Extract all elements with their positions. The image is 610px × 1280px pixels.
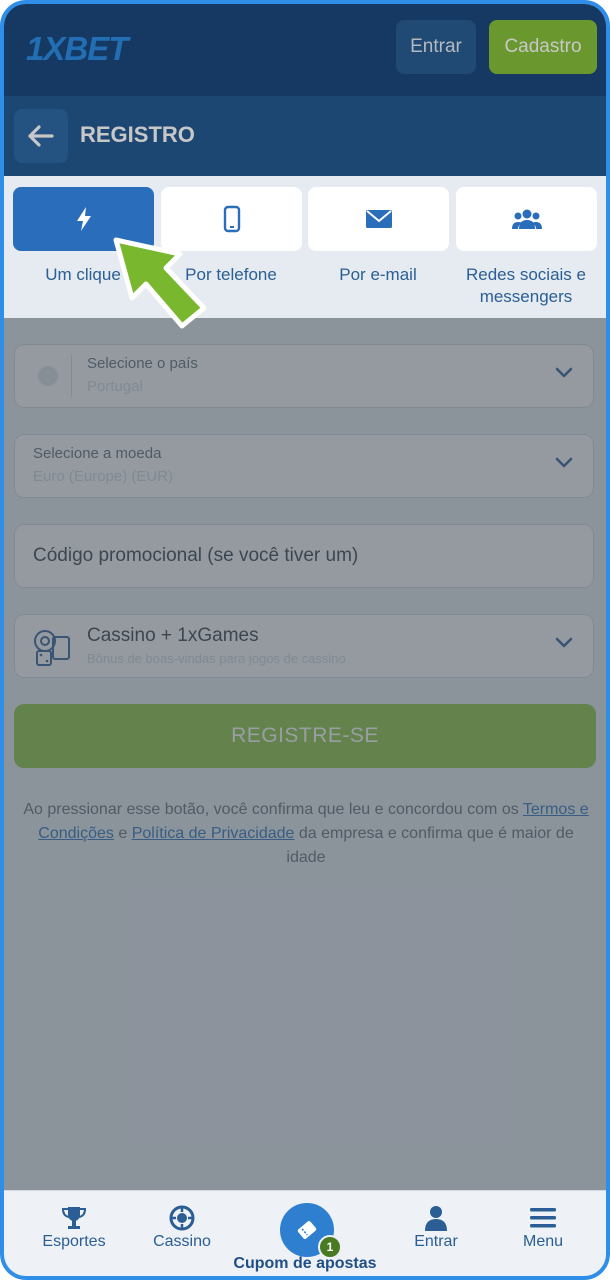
phone-frame: 1XBET Entrar Cadastro REGISTRO Um clique… xyxy=(0,0,610,1280)
nav-label-casino: Cassino xyxy=(153,1233,211,1250)
promo-code-placeholder: Código promocional (se você tiver um) xyxy=(33,545,359,566)
registration-method-tabs: Um clique Por telefone Por e-mail Redes … xyxy=(4,176,606,318)
country-select[interactable]: Selecione o país Portugal xyxy=(14,344,594,408)
legal-text-2: e xyxy=(113,825,132,842)
nav-label-login: Entrar xyxy=(414,1233,458,1250)
bottom-navigation: Esportes Cassino 1 Cupom de apostas Entr… xyxy=(4,1190,606,1276)
nav-item-login[interactable]: Entrar xyxy=(386,1203,486,1251)
nav-label-sports: Esportes xyxy=(42,1233,106,1250)
pointer-arrow-icon xyxy=(113,237,207,329)
phone-icon xyxy=(223,205,240,233)
flag-icon xyxy=(38,366,58,386)
legal-notice: Ao pressionar esse botão, você confirma … xyxy=(18,798,594,870)
country-flag xyxy=(25,355,72,397)
hamburger-icon xyxy=(530,1208,556,1228)
login-button[interactable]: Entrar xyxy=(396,20,476,74)
chevron-down-icon xyxy=(555,637,573,648)
country-label: Selecione o país xyxy=(87,355,198,372)
nav-label-bet-slip[interactable]: Cupom de apostas xyxy=(224,1255,386,1273)
casino-dice-icon xyxy=(34,630,70,666)
user-icon xyxy=(425,1206,447,1231)
app-header: 1XBET Entrar Cadastro xyxy=(4,4,606,96)
privacy-link[interactable]: Política de Privacidade xyxy=(132,825,295,842)
arrow-left-icon xyxy=(28,125,54,147)
ticket-icon xyxy=(297,1221,317,1239)
legal-text-1: Ao pressionar esse botão, você confirma … xyxy=(23,801,523,818)
signup-button[interactable]: Cadastro xyxy=(489,20,597,74)
back-button[interactable] xyxy=(14,109,68,163)
country-value: Portugal xyxy=(87,378,143,395)
tab-social-networks[interactable] xyxy=(456,187,597,251)
users-icon xyxy=(511,209,542,229)
legal-text-3: da empresa e confirma que é maior de ida… xyxy=(286,825,574,866)
page-title: REGISTRO xyxy=(80,122,195,147)
envelope-icon xyxy=(365,210,392,228)
page-subheader: REGISTRO xyxy=(4,96,606,176)
casino-chip-icon xyxy=(169,1205,195,1231)
chevron-down-icon xyxy=(555,457,573,468)
nav-item-casino[interactable]: Cassino xyxy=(132,1203,232,1251)
lightning-icon xyxy=(76,207,91,231)
registration-form: Selecione o país Portugal Selecione a mo… xyxy=(4,318,606,1190)
nav-item-menu[interactable]: Menu xyxy=(493,1203,593,1251)
bonus-title: Cassino + 1xGames xyxy=(87,625,259,646)
nav-label-menu: Menu xyxy=(522,1233,564,1250)
bonus-select[interactable]: Cassino + 1xGames Bônus de boas-vindas p… xyxy=(14,614,594,678)
promo-code-input[interactable]: Código promocional (se você tiver um) xyxy=(14,524,594,588)
tab-label-by-email[interactable]: Por e-mail xyxy=(303,264,453,286)
register-button[interactable]: REGISTRE-SE xyxy=(14,704,596,768)
currency-select[interactable]: Selecione a moeda Euro (Europe) (EUR) xyxy=(14,434,594,498)
chevron-down-icon xyxy=(555,367,573,378)
tab-label-social[interactable]: Redes sociais e messengers xyxy=(451,264,601,308)
currency-value: Euro (Europe) (EUR) xyxy=(33,468,174,485)
bonus-description: Bônus de boas-vindas para jogos de cassi… xyxy=(87,651,346,666)
currency-label: Selecione a moeda xyxy=(33,445,162,462)
trophy-icon xyxy=(61,1207,87,1229)
nav-item-sports[interactable]: Esportes xyxy=(24,1203,124,1251)
brand-logo[interactable]: 1XBET xyxy=(26,30,128,68)
tab-by-email[interactable] xyxy=(308,187,449,251)
